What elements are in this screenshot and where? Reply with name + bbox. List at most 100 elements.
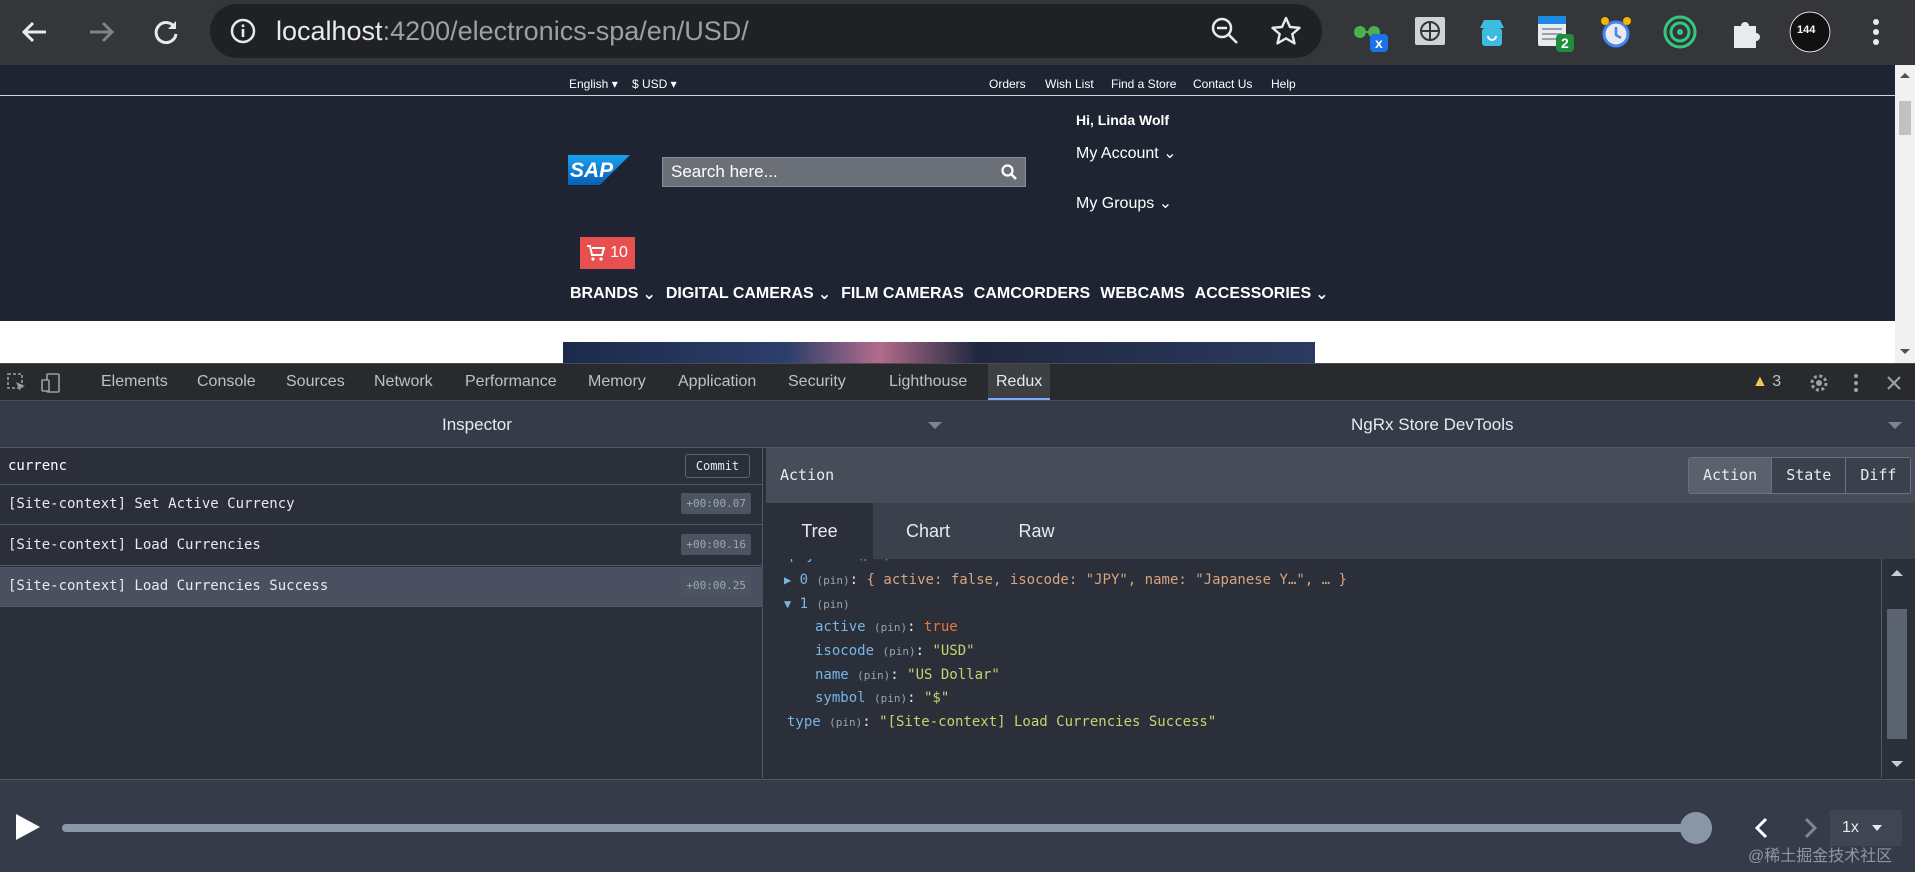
tree-node-active[interactable]: active (pin): true <box>815 619 958 635</box>
tab-lighthouse[interactable]: Lighthouse <box>881 364 975 400</box>
globe-extension-icon[interactable] <box>1410 12 1450 52</box>
settings-gear-icon[interactable] <box>1808 372 1830 394</box>
tree-key: 1 <box>799 596 809 612</box>
tree-node-item-0[interactable]: ▶ 0 (pin): { active: false, isocode: "JP… <box>784 572 1347 588</box>
action-list-pane: Commit [Site-context] Set Active Currenc… <box>0 448 763 778</box>
warnings-counter[interactable]: ▲ 3 <box>1752 373 1781 391</box>
playback-speed-select[interactable]: 1x <box>1830 810 1902 846</box>
browser-menu-icon[interactable] <box>1856 12 1896 52</box>
zoom-out-icon[interactable] <box>1210 16 1240 46</box>
action-list-item-selected[interactable]: [Site-context] Load Currencies Success +… <box>0 567 763 607</box>
orders-link[interactable]: Orders <box>989 77 1026 91</box>
tree-scroll-thumb[interactable] <box>1887 609 1907 739</box>
tree-node-isocode[interactable]: isocode (pin): "USD" <box>815 643 975 659</box>
reload-icon[interactable] <box>146 12 186 52</box>
bookmark-star-icon[interactable] <box>1270 15 1302 47</box>
nav-item-webcams[interactable]: WEBCAMS <box>1100 284 1184 304</box>
action-list-item[interactable]: [Site-context] Set Active Currency +00:0… <box>0 485 763 525</box>
tab-redux[interactable]: Redux <box>988 364 1051 400</box>
glasses-extension-icon[interactable]: x <box>1348 12 1388 52</box>
time-slider-handle[interactable] <box>1680 812 1712 844</box>
topbar-divider <box>0 95 1895 96</box>
play-icon[interactable] <box>16 814 40 840</box>
currency-selector[interactable]: $ USD ▾ <box>632 77 677 91</box>
mode-action-button[interactable]: Action <box>1689 458 1772 493</box>
nav-item-film-cameras[interactable]: FILM CAMERAS <box>841 284 964 304</box>
nav-item-accessories[interactable]: ACCESSORIES ⌄ <box>1195 284 1329 304</box>
inspect-element-icon[interactable] <box>6 372 28 394</box>
action-list-item[interactable]: [Site-context] Load Currencies +00:00.16 <box>0 526 763 566</box>
tree-scrollbar[interactable] <box>1881 559 1911 778</box>
help-link[interactable]: Help <box>1271 77 1296 91</box>
language-selector[interactable]: English ▾ <box>569 77 618 91</box>
monitor-dropdown-icon[interactable] <box>1888 422 1902 429</box>
page-scroll-thumb[interactable] <box>1899 101 1911 135</box>
action-name: [Site-context] Set Active Currency <box>8 496 295 512</box>
scroll-down-icon[interactable] <box>1887 756 1907 772</box>
nav-item-camcorders[interactable]: CAMCORDERS <box>974 284 1090 304</box>
action-filter-input[interactable] <box>8 454 608 478</box>
contact-us-link[interactable]: Contact Us <box>1193 77 1252 91</box>
tree-node-name[interactable]: name (pin): "US Dollar" <box>815 667 1000 683</box>
action-detail-header: Action Action State Diff <box>766 448 1915 503</box>
devtools-tab-bar: Elements Console Sources Network Perform… <box>0 363 1915 401</box>
tab-security[interactable]: Security <box>780 364 854 400</box>
scroll-down-icon[interactable] <box>1895 341 1915 361</box>
collapse-arrow-icon: ▾ <box>774 559 781 562</box>
find-a-store-link[interactable]: Find a Store <box>1111 77 1176 91</box>
tree-node-payload[interactable]: ▾ payload (pin) <box>774 559 890 563</box>
chevron-left-icon[interactable] <box>1752 816 1772 840</box>
target-extension-icon[interactable] <box>1660 12 1700 52</box>
tab-application[interactable]: Application <box>670 364 764 400</box>
tab-chart[interactable]: Chart <box>873 503 983 559</box>
calendar-extension-icon[interactable]: 2 <box>1534 12 1574 52</box>
more-options-icon[interactable] <box>1845 372 1867 394</box>
url-text[interactable]: localhost:4200/electronics-spa/en/USD/ <box>276 16 749 47</box>
device-toolbar-icon[interactable] <box>40 372 62 394</box>
tree-node-item-1[interactable]: ▼ 1 (pin) <box>784 596 850 612</box>
inspector-dropdown-icon[interactable] <box>928 422 942 429</box>
address-bar[interactable]: localhost:4200/electronics-spa/en/USD/ <box>210 4 1322 58</box>
site-info-icon[interactable] <box>230 18 256 44</box>
cart-button[interactable]: 10 <box>580 237 635 269</box>
tree-key: name <box>815 667 849 683</box>
wish-list-link[interactable]: Wish List <box>1045 77 1094 91</box>
my-account-menu[interactable]: My Account ⌄ <box>1076 143 1177 163</box>
extension-badge-x: x <box>1370 34 1388 52</box>
time-slider-track[interactable] <box>62 824 1712 832</box>
tab-sources[interactable]: Sources <box>278 364 353 400</box>
tab-tree[interactable]: Tree <box>766 503 873 559</box>
profile-avatar[interactable]: 144 <box>1788 10 1832 54</box>
tree-key: isocode <box>815 643 875 659</box>
nav-item-brands[interactable]: BRANDS ⌄ <box>570 284 656 304</box>
url-host: localhost <box>276 16 383 46</box>
tab-console[interactable]: Console <box>189 364 264 400</box>
tree-node-type[interactable]: type (pin): "[Site-context] Load Currenc… <box>787 714 1216 730</box>
tab-elements[interactable]: Elements <box>93 364 176 400</box>
commit-button[interactable]: Commit <box>685 454 750 478</box>
tab-performance[interactable]: Performance <box>457 364 565 400</box>
chevron-right-icon[interactable] <box>1800 816 1820 840</box>
nav-item-digital-cameras[interactable]: DIGITAL CAMERAS ⌄ <box>666 284 831 304</box>
tab-raw[interactable]: Raw <box>983 503 1090 559</box>
my-groups-menu[interactable]: My Groups ⌄ <box>1076 193 1172 213</box>
scroll-up-icon[interactable] <box>1887 565 1907 581</box>
back-arrow-icon[interactable] <box>14 12 54 52</box>
mode-state-button[interactable]: State <box>1771 458 1846 493</box>
forward-arrow-icon[interactable] <box>82 12 122 52</box>
extensions-puzzle-icon[interactable] <box>1726 12 1766 52</box>
hero-banner[interactable] <box>563 342 1315 363</box>
sap-logo[interactable]: SAP <box>568 155 630 185</box>
alarm-clock-extension-icon[interactable] <box>1596 12 1636 52</box>
tree-node-symbol[interactable]: symbol (pin): "$" <box>815 690 949 706</box>
mode-diff-button[interactable]: Diff <box>1845 458 1911 493</box>
page-scrollbar[interactable] <box>1895 65 1915 363</box>
tab-network[interactable]: Network <box>366 364 441 400</box>
scroll-up-icon[interactable] <box>1895 65 1915 85</box>
action-timestamp: +00:00.16 <box>681 534 751 555</box>
close-devtools-icon[interactable] <box>1883 372 1905 394</box>
search-input[interactable] <box>663 158 993 186</box>
recycle-extension-icon[interactable] <box>1472 12 1512 52</box>
search-icon[interactable] <box>1001 164 1017 180</box>
tab-memory[interactable]: Memory <box>580 364 654 400</box>
